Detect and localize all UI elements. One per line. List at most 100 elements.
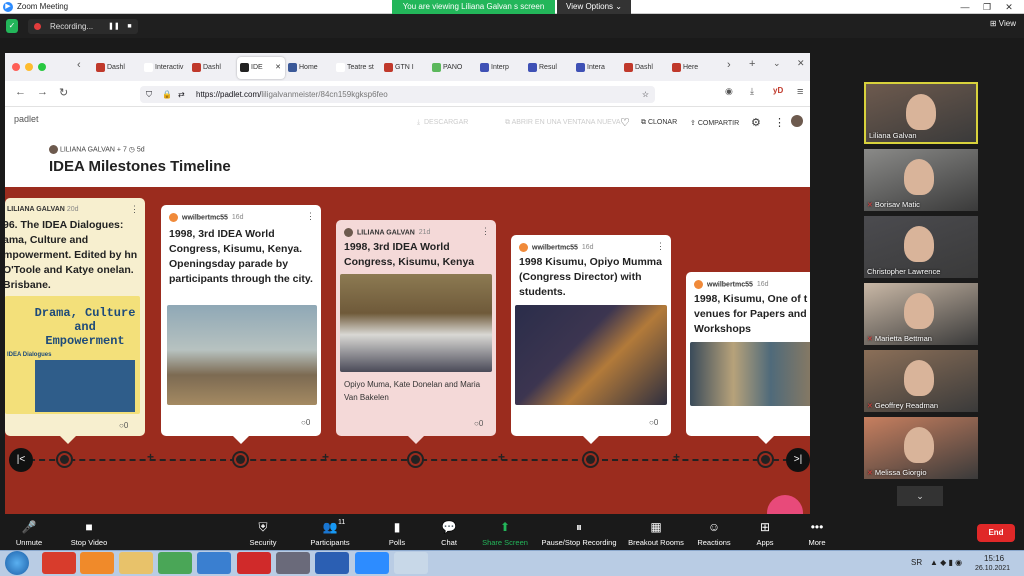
card-more-icon[interactable]: ⋮ — [306, 211, 315, 222]
comment-count[interactable]: ○0 — [119, 421, 128, 430]
reload-icon[interactable]: ↻ — [59, 86, 68, 99]
participant-video-tile[interactable]: ✕ Melissa Giorgio — [864, 417, 978, 479]
start-button-icon[interactable] — [5, 551, 29, 575]
view-options-button[interactable]: View Options ⌄ — [557, 0, 631, 14]
settings-gear-icon[interactable]: ⚙ — [751, 116, 761, 129]
pocket-icon[interactable]: ◉ — [725, 86, 733, 97]
file-explorer-taskbar-icon[interactable] — [119, 552, 153, 574]
word-taskbar-icon[interactable] — [315, 552, 349, 574]
padlet-logo[interactable]: padlet — [14, 114, 39, 124]
more-button[interactable]: ••• More — [777, 520, 857, 547]
minimize-button[interactable]: — — [954, 0, 976, 14]
bookmark-star-icon[interactable]: ☆ — [642, 86, 649, 103]
clock-date[interactable]: 26.10.2021 — [975, 565, 1010, 572]
pause-stop-recording-button[interactable]: ⏸ Pause/Stop Recording — [539, 520, 619, 547]
download-icon[interactable]: ⤓ — [750, 86, 754, 97]
security-shield-icon[interactable]: ✓ — [6, 19, 18, 33]
timeline-card[interactable]: wwilbertmc55 16d ⋮ 1998, 3rd IDEA World … — [161, 205, 321, 436]
participant-video-tile[interactable]: Liliana Galvan — [864, 82, 978, 144]
browser-tab[interactable]: Home — [285, 57, 333, 79]
browser-tab[interactable]: Here — [669, 57, 717, 79]
browser-tab[interactable]: PANO — [429, 57, 477, 79]
participant-video-tile[interactable]: Christopher Lawrence — [864, 216, 978, 278]
add-post-fab[interactable] — [767, 495, 803, 514]
pause-recording-icon[interactable]: ❚❚ — [108, 21, 120, 32]
taskbar-app-icon[interactable] — [276, 552, 310, 574]
participant-video-tile[interactable]: ✕ Marietta Bettman — [864, 283, 978, 345]
browser-tab[interactable]: Interp — [477, 57, 525, 79]
timeline-node[interactable] — [234, 453, 247, 466]
add-post-icon[interactable]: + — [673, 450, 680, 464]
open-new-window-button[interactable]: ⧉ ABRIR EN UNA VENTANA NUEVA — [505, 119, 621, 127]
clone-button[interactable]: ⧉ CLONAR — [641, 119, 677, 127]
timeline-prev-button[interactable]: |< — [9, 448, 33, 472]
taskbar-app-icon[interactable] — [42, 552, 76, 574]
timeline-node[interactable] — [409, 453, 422, 466]
browser-tab[interactable]: Dashl — [621, 57, 669, 79]
browser-tab[interactable]: GTN I — [381, 57, 429, 79]
tab-active[interactable]: IDE ✕ — [237, 57, 285, 79]
timeline-card[interactable]: LILIANA GALVAN 21d ⋮ 1998, 3rd IDEA Worl… — [336, 220, 496, 436]
add-post-icon[interactable]: + — [498, 450, 505, 464]
url-field[interactable]: ⛉ 🔒 ⇄ https://padlet.com/liligalvanmeist… — [140, 86, 655, 103]
download-padlet-button[interactable]: ⤓ DESCARGAR — [417, 119, 468, 127]
view-button[interactable]: ⊞ View — [990, 19, 1016, 28]
tab-scroll-left-icon[interactable]: ‹ — [77, 59, 81, 71]
user-avatar[interactable] — [791, 115, 803, 127]
more-options-icon[interactable]: ⋮ — [774, 116, 785, 129]
new-tab-icon[interactable]: + — [749, 58, 755, 70]
timeline-card[interactable]: wwilbertmc55 16d ⋮ 1998 Kisumu, Opiyo Mu… — [511, 235, 671, 436]
tray-icons[interactable]: ▲ ◆ ▮ ◉ — [930, 558, 962, 567]
stop-recording-icon[interactable]: ■ — [124, 21, 135, 32]
card-more-icon[interactable]: ⋮ — [656, 241, 665, 252]
taskbar-app-icon[interactable] — [394, 552, 428, 574]
window-close-icon[interactable]: ✕ — [797, 58, 805, 69]
minimize-window-dot[interactable] — [25, 63, 33, 71]
comment-count[interactable]: ○0 — [649, 418, 658, 427]
timeline-next-button[interactable]: >| — [786, 448, 810, 472]
browser-tab[interactable]: Intera — [573, 57, 621, 79]
chrome-taskbar-icon[interactable] — [158, 552, 192, 574]
tab-list-icon[interactable]: ⌄ — [773, 58, 781, 69]
browser-tab[interactable]: Dashl — [189, 57, 237, 79]
hamburger-menu-icon[interactable]: ≡ — [797, 86, 803, 98]
participant-video-tile[interactable]: ✕ Borisav Matic — [864, 149, 978, 211]
browser-tab[interactable]: Resul — [525, 57, 573, 79]
stop-video-button[interactable]: ■ Stop Video — [49, 520, 129, 547]
opera-taskbar-icon[interactable] — [237, 552, 271, 574]
back-arrow-icon[interactable]: ← — [15, 86, 26, 98]
heart-icon[interactable]: ♡ — [620, 116, 630, 129]
comment-count[interactable]: ○0 — [301, 418, 310, 427]
share-button[interactable]: ⇪ COMPARTIR — [690, 119, 739, 127]
scroll-down-participants-icon[interactable]: ⌄ — [897, 486, 943, 506]
close-window-dot[interactable] — [12, 63, 20, 71]
tab-scroll-right-icon[interactable]: › — [727, 59, 731, 71]
card-more-icon[interactable]: ⋮ — [481, 226, 490, 237]
taskbar-app-icon[interactable] — [197, 552, 231, 574]
add-post-icon[interactable]: + — [147, 450, 154, 464]
add-post-icon[interactable]: + — [322, 450, 329, 464]
forward-arrow-icon[interactable]: → — [37, 86, 48, 98]
browser-tab[interactable]: Teatre st — [333, 57, 381, 79]
timeline-node[interactable] — [584, 453, 597, 466]
comment-count[interactable]: ○0 — [474, 419, 483, 428]
extension-icon[interactable]: yD — [773, 86, 783, 95]
timeline-node[interactable] — [759, 453, 772, 466]
browser-tab[interactable]: Interactiv — [141, 57, 189, 79]
participant-video-tile[interactable]: ✕ Geoffrey Readman — [864, 350, 978, 412]
timeline-card[interactable]: LILIANA GALVAN 20d ⋮ 96. The IDEA Dialogu… — [5, 198, 145, 436]
tab-close-icon[interactable]: ✕ — [275, 57, 281, 79]
close-button[interactable]: ✕ — [998, 0, 1020, 14]
zoom-window-dot[interactable] — [38, 63, 46, 71]
timeline-node[interactable] — [58, 453, 71, 466]
timeline-card[interactable]: wwilbertmc55 16d 1998, Kisumu, One of t … — [686, 272, 810, 436]
clock-time[interactable]: 15:16 — [984, 554, 1004, 563]
share-screen-button[interactable]: ⬆ Share Screen — [465, 520, 545, 547]
firefox-taskbar-icon[interactable] — [80, 552, 114, 574]
maximize-button[interactable]: ❐ — [976, 0, 998, 14]
language-indicator[interactable]: SR — [911, 558, 922, 567]
browser-tab[interactable]: Dashl — [93, 57, 141, 79]
card-more-icon[interactable]: ⋮ — [130, 204, 139, 215]
zoom-taskbar-icon[interactable] — [355, 552, 389, 574]
end-meeting-button[interactable]: End — [977, 524, 1015, 542]
